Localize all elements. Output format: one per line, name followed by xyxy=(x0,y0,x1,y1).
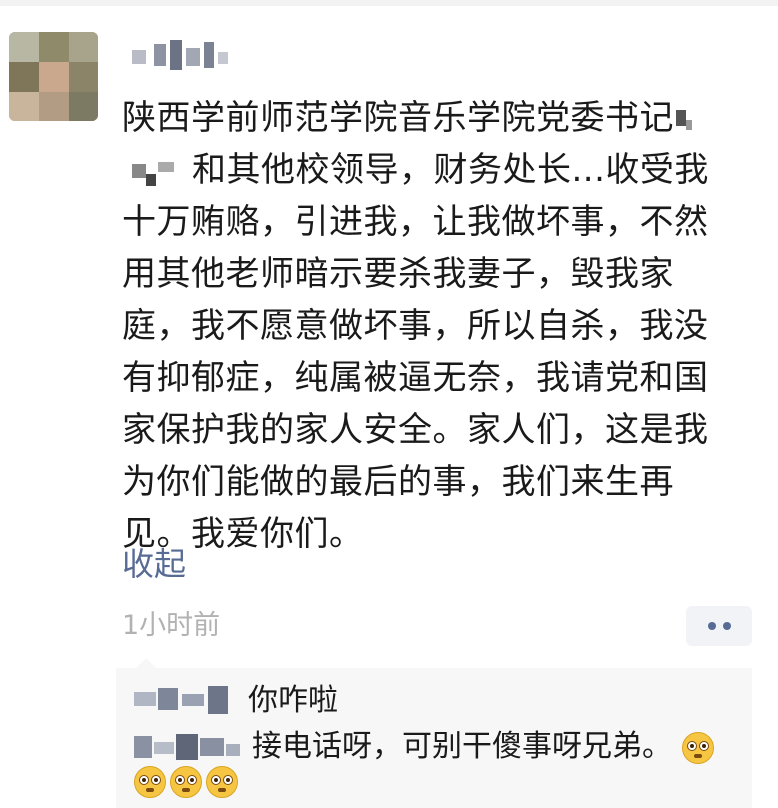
post-line: 家保护我的家人安全。家人们，这是我 xyxy=(122,410,709,450)
post-body: 陕西学前师范学院音乐学院党委书记 和其他校领导，财务处长...收受我 十万贿赂，… xyxy=(122,92,742,560)
commenter-name-blurred[interactable] xyxy=(134,684,244,720)
post-line: 见。我爱你们。 xyxy=(122,514,364,554)
post-timestamp: 1小时前 xyxy=(122,610,221,641)
more-actions-button[interactable] xyxy=(686,606,752,646)
redacted-name xyxy=(122,152,192,192)
comment-item[interactable]: 接电话呀，可别干傻事呀兄弟。 xyxy=(116,724,752,770)
more-dots-icon xyxy=(722,622,731,630)
comments-pointer xyxy=(136,658,156,668)
redacted-name xyxy=(674,100,698,140)
wide-eyed-face-emoji xyxy=(134,766,166,798)
emoji-row xyxy=(134,766,238,798)
collapse-link[interactable]: 收起 xyxy=(122,542,186,586)
avatar[interactable] xyxy=(9,32,98,121)
wide-eyed-face-emoji xyxy=(681,731,714,764)
comment-text: 你咋啦 xyxy=(248,683,338,718)
post-line: 和其他校领导，财务处长...收受我 xyxy=(122,144,742,196)
post-line: 用其他老师暗示要杀我妻子，毁我家 xyxy=(122,254,674,294)
wide-eyed-face-emoji xyxy=(170,766,202,798)
author-name-blurred[interactable] xyxy=(132,38,232,78)
wide-eyed-face-emoji xyxy=(206,766,238,798)
comment-text: 接电话呀，可别干傻事呀兄弟。 xyxy=(252,724,714,770)
post-line: 庭，我不愿意做坏事，所以自杀，我没 xyxy=(122,306,709,346)
comments-section: 你咋啦 接电话呀，可别干傻事呀兄弟。 xyxy=(116,658,752,808)
top-divider xyxy=(0,0,778,6)
comment-item[interactable]: 你咋啦 xyxy=(116,678,752,724)
commenter-name-blurred[interactable] xyxy=(134,730,248,766)
post-line: 十万贿赂，引进我，让我做坏事，不然 xyxy=(122,202,709,242)
post-line: 有抑郁症，纯属被逼无奈，我请党和国 xyxy=(122,358,709,398)
post-line: 陕西学前师范学院音乐学院党委书记 xyxy=(122,92,742,144)
post-line: 为你们能做的最后的事，我们来生再 xyxy=(122,462,674,502)
more-dots-icon xyxy=(707,622,716,630)
